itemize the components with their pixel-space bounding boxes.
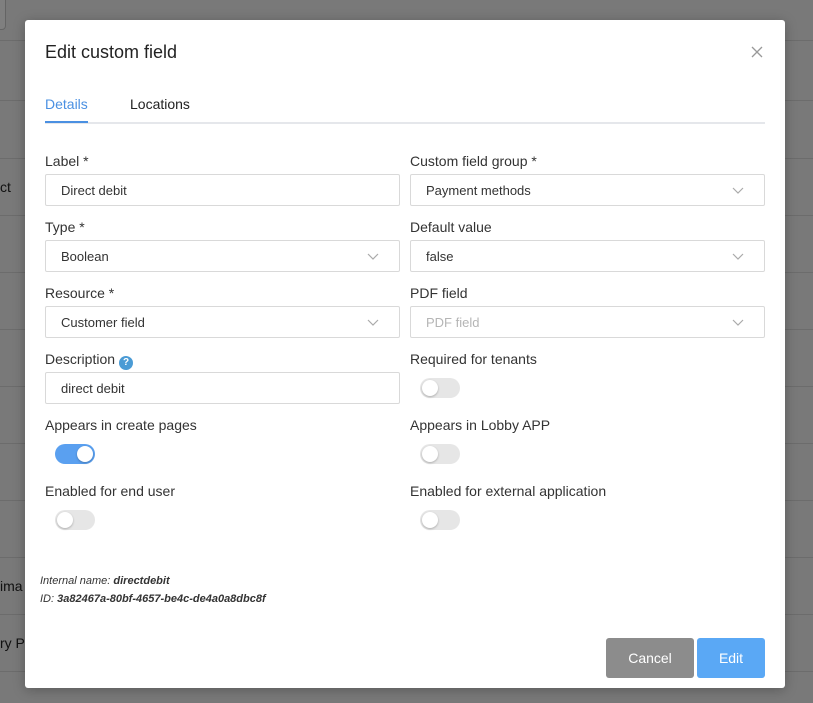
tab-bar: Details Locations [45,92,765,124]
default-value-label: Default value [410,219,492,235]
pdf-field-placeholder: PDF field [426,314,480,330]
chevron-down-icon [732,253,744,260]
enabled-for-end-user-toggle[interactable] [55,510,95,530]
description-label: Description? [45,351,134,370]
close-icon [751,46,763,58]
default-value-select[interactable]: false [410,240,765,272]
pdf-field-label: PDF field [410,285,468,301]
type-label: Type * [45,219,85,235]
help-icon[interactable]: ? [119,355,134,370]
toggle-knob [422,380,438,396]
internal-name-label: Internal name: [40,575,111,587]
edit-button[interactable]: Edit [697,638,765,678]
toggle-knob [422,446,438,462]
required-for-tenants-toggle[interactable] [420,378,460,398]
appears-in-lobby-app-label: Appears in Lobby APP [410,417,551,433]
id-info: ID: 3a82467a-80bf-4657-be4c-de4a0a8dbc8f [40,593,266,605]
chevron-down-icon [367,253,379,260]
resource-label: Resource * [45,285,115,301]
chevron-down-icon [732,187,744,194]
required-for-tenants-label: Required for tenants [410,351,537,367]
edit-custom-field-modal: Edit custom field Details Locations Labe… [25,20,785,688]
appears-in-lobby-app-toggle[interactable] [420,444,460,464]
close-button[interactable] [747,42,767,62]
internal-name-info: Internal name: directdebit [40,575,170,587]
pdf-field-select[interactable]: PDF field [410,306,765,338]
label-input[interactable]: Direct debit [45,174,400,206]
tab-locations[interactable]: Locations [130,96,190,121]
toggle-knob [57,512,73,528]
enabled-for-external-application-toggle[interactable] [420,510,460,530]
enabled-for-end-user-label: Enabled for end user [45,483,175,499]
custom-field-group-value: Payment methods [426,182,531,198]
label-field-label: Label * [45,153,89,169]
description-label-text: Description [45,351,116,367]
custom-field-group-label: Custom field group * [410,153,537,169]
description-input[interactable]: direct debit [45,372,400,404]
type-select[interactable]: Boolean [45,240,400,272]
chevron-down-icon [367,319,379,326]
custom-field-group-select[interactable]: Payment methods [410,174,765,206]
appears-in-create-pages-toggle[interactable] [55,444,95,464]
toggle-knob [422,512,438,528]
cancel-button[interactable]: Cancel [606,638,694,678]
enabled-for-external-application-label: Enabled for external application [410,483,607,499]
default-value-value: false [426,248,454,264]
id-label: ID: [40,593,55,605]
modal-title: Edit custom field [45,42,178,62]
internal-name-value: directdebit [113,575,170,587]
appears-in-create-pages-label: Appears in create pages [45,417,197,433]
tab-details[interactable]: Details [45,96,88,123]
chevron-down-icon [732,319,744,326]
resource-select[interactable]: Customer field [45,306,400,338]
id-value: 3a82467a-80bf-4657-be4c-de4a0a8dbc8f [57,593,266,605]
toggle-knob [77,446,93,462]
resource-value: Customer field [61,314,145,330]
type-value: Boolean [61,248,109,264]
